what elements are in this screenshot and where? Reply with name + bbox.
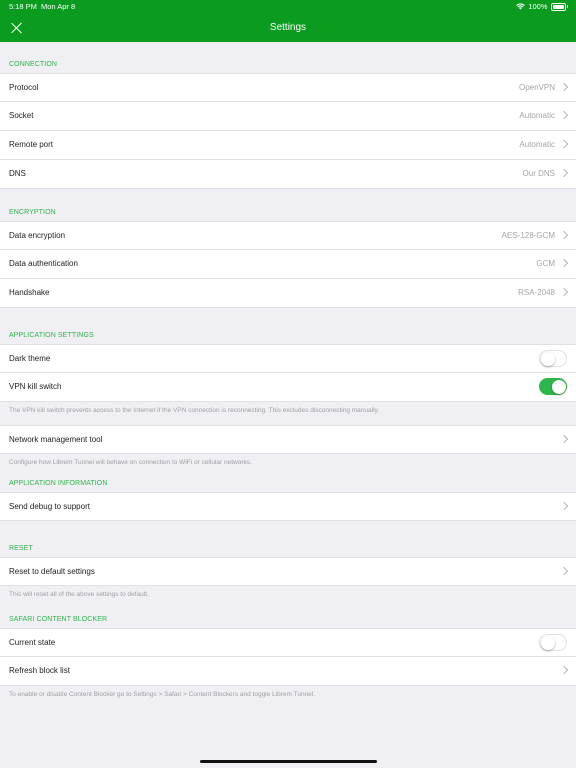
- row-label: VPN kill switch: [9, 382, 62, 391]
- content-blocker-toggle[interactable]: [539, 634, 567, 651]
- row-value: RSA-2048: [518, 288, 555, 297]
- row-value: Our DNS: [522, 169, 555, 178]
- row-remote-port[interactable]: Remote port Automatic: [0, 131, 576, 160]
- row-label: Socket: [9, 111, 34, 120]
- row-label: Remote port: [9, 140, 54, 149]
- row-value: GCM: [536, 259, 555, 268]
- row-value: AES-128-GCM: [501, 231, 555, 240]
- row-label: Current state: [9, 638, 56, 647]
- chevron-right-icon: [559, 110, 569, 120]
- row-label: Handshake: [9, 288, 50, 297]
- row-label: Send debug to support: [9, 502, 90, 511]
- row-data-authentication[interactable]: Data authentication GCM: [0, 250, 576, 279]
- row-current-state: Current state: [0, 628, 576, 657]
- kill-switch-note: The VPN kill switch prevents access to t…: [9, 407, 380, 414]
- toggle-knob: [551, 379, 566, 394]
- toggle-knob: [540, 351, 555, 366]
- row-refresh-block-list[interactable]: Refresh block list: [0, 657, 576, 686]
- chevron-right-icon: [559, 566, 569, 576]
- row-label: Data authentication: [9, 259, 78, 268]
- toggle-knob: [540, 635, 555, 650]
- row-handshake[interactable]: Handshake RSA-2048: [0, 279, 576, 308]
- row-network-management-tool[interactable]: Network management tool: [0, 425, 576, 454]
- battery-percent: 100%: [528, 2, 548, 11]
- chevron-right-icon: [559, 230, 569, 240]
- row-label: Refresh block list: [9, 666, 70, 675]
- content-blocker-note: To enable or disable Content Blocker go …: [9, 691, 316, 698]
- row-send-debug[interactable]: Send debug to support: [0, 492, 576, 521]
- row-label: Data encryption: [9, 231, 66, 240]
- row-dns[interactable]: DNS Our DNS: [0, 160, 576, 189]
- page-title: Settings: [269, 22, 307, 33]
- row-dark-theme: Dark theme: [0, 344, 576, 373]
- row-vpn-kill-switch: VPN kill switch: [0, 373, 576, 402]
- chevron-right-icon: [559, 434, 569, 444]
- row-value: Automatic: [519, 140, 555, 149]
- reset-note: This will reset all of the above setting…: [9, 591, 149, 598]
- row-label: Network management tool: [9, 435, 103, 444]
- section-header-encryption: ENCRYPTION: [9, 209, 56, 216]
- row-label: Dark theme: [9, 354, 51, 363]
- chevron-right-icon: [559, 665, 569, 675]
- section-header-content-blocker: SAFARI CONTENT BLOCKER: [9, 616, 108, 623]
- section-header-reset: RESET: [9, 545, 33, 552]
- battery-icon: [550, 2, 566, 11]
- wifi-icon: [516, 3, 526, 10]
- status-indicators: 100%: [516, 2, 568, 11]
- section-header-connection: CONNECTION: [9, 61, 58, 68]
- chevron-right-icon: [559, 258, 569, 268]
- battery-tip: [566, 5, 568, 8]
- row-protocol[interactable]: Protocol OpenVPN: [0, 73, 576, 102]
- chevron-right-icon: [559, 82, 569, 92]
- dark-theme-toggle[interactable]: [539, 350, 567, 367]
- row-label: Reset to default settings: [9, 567, 95, 576]
- row-label: Protocol: [9, 83, 39, 92]
- status-date: Mon Apr 8: [41, 2, 76, 11]
- status-time: 5:18 PM: [9, 2, 37, 11]
- row-label: DNS: [9, 169, 26, 178]
- section-header-application-information: APPLICATION INFORMATION: [9, 480, 108, 487]
- navigation-bar: 5:18 PM Mon Apr 8 100% Settings: [0, 0, 576, 42]
- row-value: Automatic: [519, 111, 555, 120]
- section-header-application-settings: APPLICATION SETTINGS: [9, 332, 94, 339]
- chevron-right-icon: [559, 139, 569, 149]
- row-value: OpenVPN: [518, 83, 555, 92]
- chevron-right-icon: [559, 501, 569, 511]
- chevron-right-icon: [559, 168, 569, 178]
- home-indicator[interactable]: [200, 760, 377, 763]
- row-reset-defaults[interactable]: Reset to default settings: [0, 557, 576, 586]
- chevron-right-icon: [559, 287, 569, 297]
- row-socket[interactable]: Socket Automatic: [0, 102, 576, 131]
- network-tool-note: Configure how Librem Tunnel will behave …: [9, 459, 252, 466]
- row-data-encryption[interactable]: Data encryption AES-128-GCM: [0, 221, 576, 250]
- kill-switch-toggle[interactable]: [539, 378, 567, 395]
